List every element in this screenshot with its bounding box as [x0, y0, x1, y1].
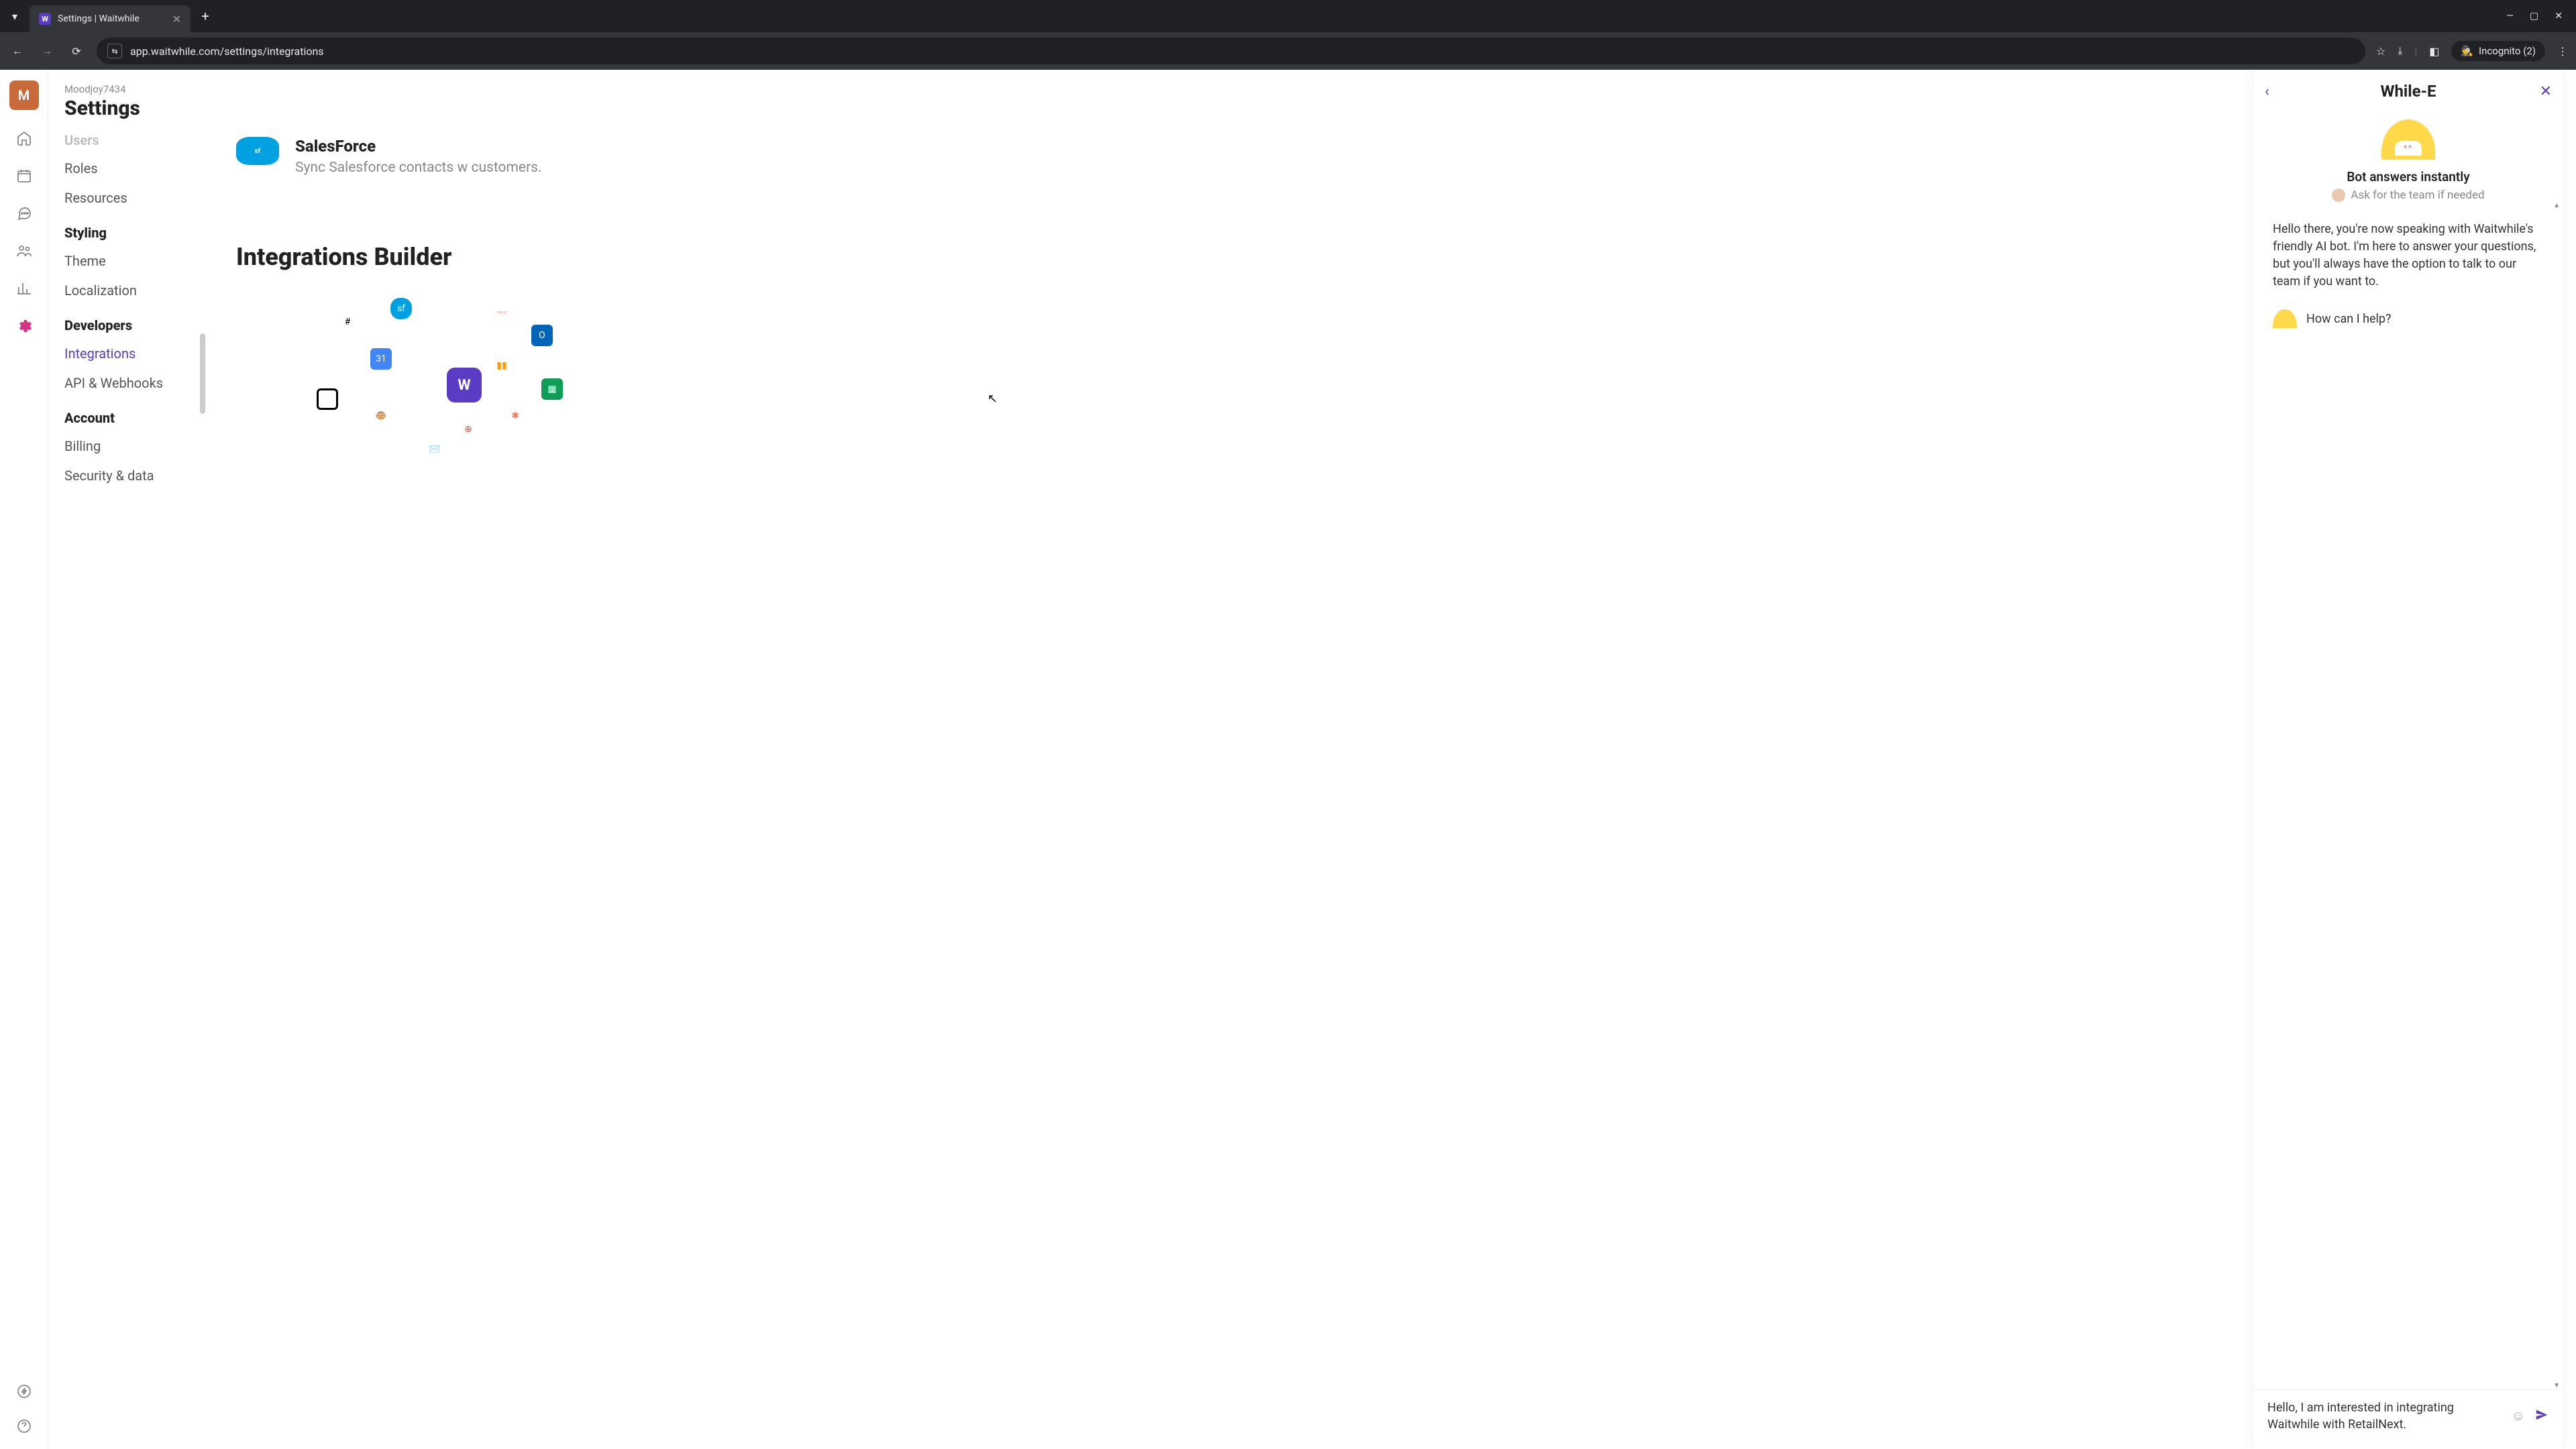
close-window-icon[interactable]: ✕	[2555, 11, 2563, 21]
google-sheets-icon: ▦	[541, 378, 563, 400]
sidebar-item-users-clipped[interactable]: Users	[64, 132, 204, 148]
integration-desc: Sync Salesforce contacts w customers.	[295, 160, 542, 176]
asana-icon: ◦◦◦	[491, 301, 513, 323]
maximize-icon[interactable]: ▢	[2530, 11, 2538, 21]
square-icon	[317, 388, 338, 410]
browser-tab[interactable]: W Settings | Waitwhile ✕	[30, 5, 191, 32]
chat-panel: ‹ While-E ✕ Bot answers instantly Ask fo…	[2254, 70, 2563, 1449]
settings-sidebar: Moodjoy7434 Settings Users Roles Resourc…	[48, 70, 209, 1449]
new-tab-button[interactable]: +	[196, 7, 215, 25]
close-tab-icon[interactable]: ✕	[172, 13, 181, 25]
main-content: sf SalesForce Sync Salesforce contacts w…	[209, 70, 2576, 1449]
salesforce-logo-icon: sf	[236, 137, 279, 165]
integrations-builder-graphic: W # sf ◦◦◦ O 31 ▮▮ ▦ 🐵 ⊕ ✱ ✉️	[276, 291, 652, 479]
incognito-icon: 🕵️	[2461, 45, 2473, 57]
sidebar-item-roles[interactable]: Roles	[64, 154, 204, 183]
page-title: Settings	[64, 97, 204, 120]
back-button[interactable]: ←	[8, 42, 27, 60]
url-text: app.waitwhile.com/settings/integrations	[130, 45, 324, 58]
sidebar-heading-styling: Styling	[64, 213, 204, 246]
chat-back-button[interactable]: ‹	[2265, 83, 2269, 100]
minimize-icon[interactable]: —	[2506, 11, 2514, 21]
bookmark-icon[interactable]: ☆	[2376, 45, 2385, 58]
incognito-indicator[interactable]: 🕵️ Incognito (2)	[2451, 41, 2545, 61]
bot-avatar-large	[2381, 119, 2435, 160]
sidebar-item-security[interactable]: Security & data	[64, 461, 204, 490]
send-button[interactable]	[2534, 1407, 2549, 1425]
forward-button[interactable]: →	[38, 42, 56, 60]
org-name: Moodjoy7434	[64, 83, 204, 95]
home-icon[interactable]	[15, 129, 34, 148]
integration-title: SalesForce	[295, 137, 542, 156]
icon-rail: M	[0, 70, 48, 1449]
team-avatar-icon	[2332, 189, 2345, 202]
incognito-label: Incognito (2)	[2479, 45, 2536, 57]
chat-title: While-E	[2380, 82, 2436, 101]
mouse-cursor: ↖	[987, 392, 998, 406]
gmail-icon: ✉️	[424, 439, 445, 460]
bot-message: Hello there, you're now speaking with Wa…	[2273, 221, 2544, 290]
browser-menu-icon[interactable]: ⋮	[2557, 45, 2568, 58]
tab-search-dropdown[interactable]: ▾	[5, 7, 24, 25]
chat-close-button[interactable]: ✕	[2540, 83, 2552, 100]
users-icon[interactable]	[15, 241, 34, 260]
chat-subtitle-primary: Bot answers instantly	[2254, 169, 2563, 184]
google-analytics-icon: ▮▮	[491, 355, 513, 376]
sidebar-item-resources[interactable]: Resources	[64, 183, 204, 213]
bot-avatar-small	[2273, 309, 2297, 328]
reload-button[interactable]: ⟳	[67, 42, 86, 60]
install-app-icon[interactable]: ⤓	[2398, 44, 2402, 58]
google-calendar-icon: 31	[370, 348, 392, 370]
sidebar-heading-account: Account	[64, 398, 204, 431]
waitwhile-logo-icon: W	[447, 368, 482, 402]
sidebar-item-localization[interactable]: Localization	[64, 276, 204, 305]
settings-gear-icon[interactable]	[15, 317, 34, 335]
emoji-picker-icon[interactable]: ☺	[2512, 1407, 2525, 1424]
bot-message: How can I help?	[2306, 311, 2392, 328]
hubspot-icon: ✱	[504, 405, 526, 427]
chat-icon[interactable]	[15, 204, 34, 223]
lightning-icon[interactable]	[15, 1382, 34, 1401]
chat-input[interactable]	[2267, 1399, 2502, 1433]
sidebar-item-theme[interactable]: Theme	[64, 246, 204, 276]
waitwhile-favicon: W	[39, 13, 51, 25]
integration-card-salesforce[interactable]: sf SalesForce Sync Salesforce contacts w…	[236, 137, 2549, 176]
divider: |	[2414, 45, 2417, 58]
tab-title: Settings | Waitwhile	[58, 13, 140, 24]
mailchimp-icon: 🐵	[370, 405, 392, 427]
sidebar-item-integrations[interactable]: Integrations	[64, 339, 204, 368]
chat-messages[interactable]: ▲ Hello there, you're now speaking with …	[2254, 202, 2563, 1389]
side-panel-icon[interactable]: ◧	[2429, 45, 2439, 58]
analytics-icon[interactable]	[15, 279, 34, 298]
sidebar-item-billing[interactable]: Billing	[64, 431, 204, 461]
help-icon[interactable]	[15, 1417, 34, 1436]
site-settings-icon[interactable]: ⇆	[107, 44, 122, 58]
sidebar-heading-developers: Developers	[64, 305, 204, 339]
chat-subtitle-secondary: Ask for the team if needed	[2254, 189, 2563, 202]
slack-icon: #	[337, 311, 358, 333]
scroll-up-indicator[interactable]: ▲	[2553, 202, 2560, 209]
scroll-down-indicator[interactable]: ▼	[2553, 1382, 2560, 1389]
calendar-icon[interactable]	[15, 166, 34, 185]
sidebar-item-api-webhooks[interactable]: API & Webhooks	[64, 368, 204, 398]
salesforce-node-icon: sf	[390, 298, 412, 319]
sidebar-scrollbar[interactable]	[200, 333, 205, 414]
chat-subtitle-secondary-text: Ask for the team if needed	[2351, 189, 2484, 202]
org-avatar[interactable]: M	[9, 80, 39, 110]
address-bar[interactable]: ⇆ app.waitwhile.com/settings/integration…	[97, 38, 2365, 64]
twilio-icon: ⊕	[458, 419, 479, 440]
outlook-icon: O	[531, 325, 553, 346]
integrations-builder-heading: Integrations Builder	[236, 243, 2549, 271]
